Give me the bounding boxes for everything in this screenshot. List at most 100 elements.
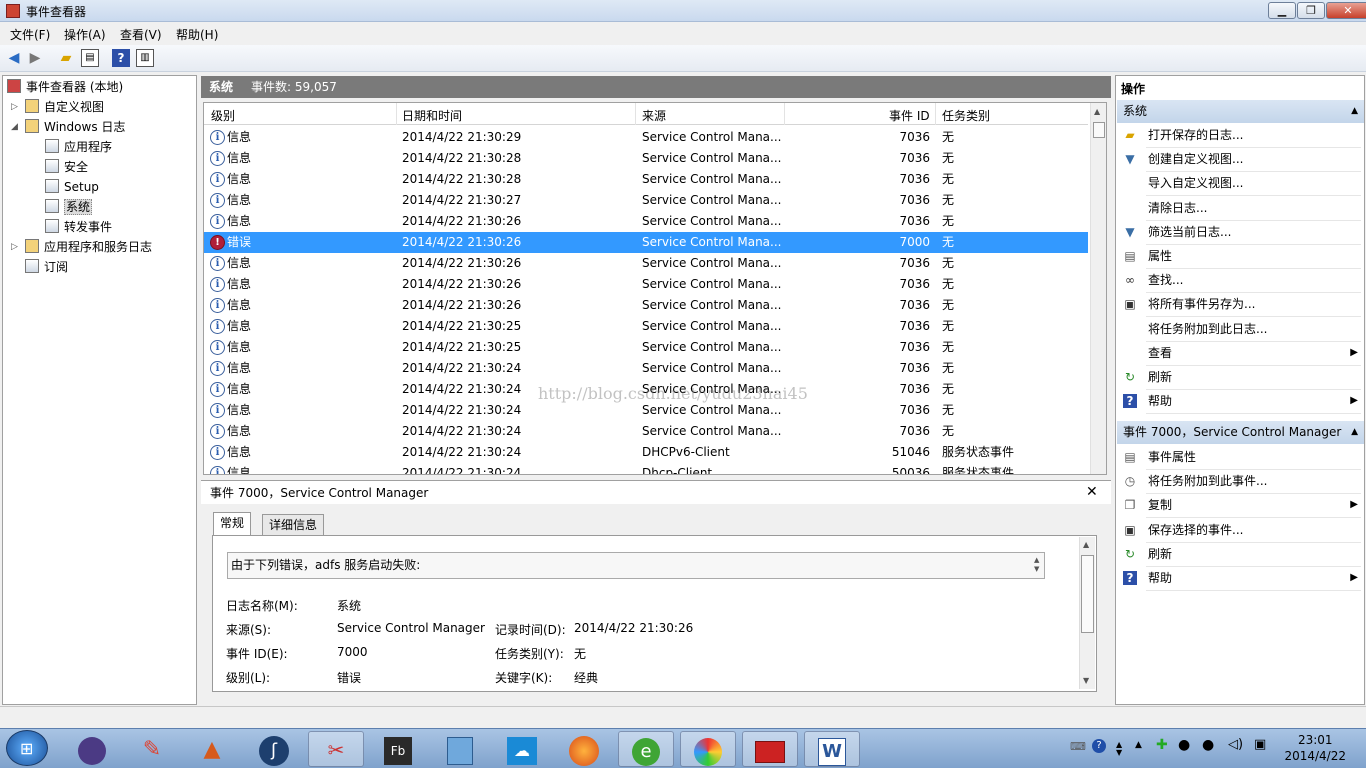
open-folder-icon[interactable]: ▰ xyxy=(57,49,75,67)
table-row[interactable]: i 信息 2014/4/22 21:30:27 Service Control Man… xyxy=(204,190,1088,211)
action-item[interactable]: ▣ 将所有事件另存为... xyxy=(1117,292,1364,316)
table-row[interactable]: i 信息 2014/4/22 21:30:26 Service Control Man… xyxy=(204,274,1088,295)
keyboard-icon[interactable]: ⌨ xyxy=(1070,740,1086,753)
firefox-icon[interactable] xyxy=(556,731,612,767)
event-message[interactable]: 由于下列错误，adfs 服务启动失败: xyxy=(227,552,1045,579)
table-row[interactable]: i 信息 2014/4/22 21:30:24 Service Control Man… xyxy=(204,358,1088,379)
action-item[interactable]: ↻ 刷新 xyxy=(1117,542,1364,566)
close-button[interactable]: ✕ xyxy=(1326,2,1366,19)
tree-log-system[interactable]: 系统 xyxy=(45,197,93,217)
actions-section-system[interactable]: 系统 ▲ xyxy=(1117,100,1364,123)
scroll-thumb[interactable] xyxy=(1093,122,1105,138)
actions-section-event[interactable]: 事件 7000，Service Control Manager ▲ xyxy=(1117,421,1364,444)
action-item[interactable]: ? 帮助 ▶ xyxy=(1117,389,1364,413)
flash-builder-icon[interactable]: Fb xyxy=(370,731,426,767)
detail-scrollbar[interactable]: ▲ ▼ xyxy=(1079,537,1095,689)
menu-file[interactable]: 文件(F) xyxy=(10,26,50,43)
table-row[interactable]: i 信息 2014/4/22 21:30:28 Service Control Man… xyxy=(204,169,1088,190)
detail-close-icon[interactable]: ✕ xyxy=(1086,484,1098,500)
table-row[interactable]: i 信息 2014/4/22 21:30:26 Service Control Man… xyxy=(204,211,1088,232)
table-row[interactable]: i 信息 2014/4/22 21:30:28 Service Control Man… xyxy=(204,148,1088,169)
forward-arrow-icon[interactable]: ▶ xyxy=(26,49,44,67)
app-installer-icon[interactable]: ✎ xyxy=(124,731,180,767)
table-row[interactable]: i 信息 2014/4/22 21:30:29 Service Control Man… xyxy=(204,127,1088,148)
collapse-icon[interactable]: ▲ xyxy=(1351,421,1358,444)
expand-arrow-icon[interactable]: ▷ xyxy=(11,242,18,252)
back-arrow-icon[interactable]: ◀ xyxy=(5,49,23,67)
action-item[interactable]: ▼ 筛选当前日志... xyxy=(1117,220,1364,244)
help-icon[interactable]: ? xyxy=(112,49,130,67)
show-hide-tree-icon[interactable]: ▤ xyxy=(81,49,99,67)
action-item[interactable]: 将任务附加到此日志... xyxy=(1117,317,1364,341)
action-item[interactable]: ▣ 保存选择的事件... xyxy=(1117,518,1364,542)
tree-app-service-logs[interactable]: 应用程序和服务日志 xyxy=(25,237,152,257)
action-item[interactable]: 导入自定义视图... xyxy=(1117,171,1364,195)
network-icon[interactable]: ▣ xyxy=(1254,737,1266,752)
tab-general[interactable]: 常规 xyxy=(213,512,252,536)
menu-action[interactable]: 操作(A) xyxy=(64,26,106,43)
table-row[interactable]: i 信息 2014/4/22 21:30:25 Service Control Man… xyxy=(204,337,1088,358)
column-event-id[interactable]: 事件 ID xyxy=(889,107,930,124)
tree-log-forwarded[interactable]: 转发事件 xyxy=(45,217,112,237)
volume-icon[interactable]: ◁) xyxy=(1228,737,1243,752)
table-row[interactable]: ! 错误 2014/4/22 21:30:26 Service Control Man… xyxy=(204,232,1088,253)
start-button[interactable]: ⊞ xyxy=(6,730,48,766)
minimize-button[interactable]: ▁ xyxy=(1268,2,1296,19)
word-icon[interactable]: W xyxy=(804,731,860,767)
show-hidden-icons[interactable]: ▲ xyxy=(1135,740,1142,750)
qq-icon[interactable]: ● xyxy=(1202,737,1214,753)
menu-view[interactable]: 查看(V) xyxy=(120,26,162,43)
table-row[interactable]: i 信息 2014/4/22 21:30:24 Service Control Man… xyxy=(204,421,1088,442)
tree-custom-views[interactable]: 自定义视图 xyxy=(25,97,104,117)
snipping-tool-icon[interactable]: ✂ xyxy=(308,731,364,767)
tree-windows-logs[interactable]: Windows 日志 xyxy=(25,117,125,137)
action-item[interactable]: ▤ 事件属性 xyxy=(1117,445,1364,469)
action-item[interactable]: ▰ 打开保存的日志... xyxy=(1117,123,1364,147)
cloud-app-icon[interactable]: ☁ xyxy=(494,731,550,767)
event-list-scrollbar[interactable]: ▲ xyxy=(1090,103,1106,474)
tab-details[interactable]: 详细信息 xyxy=(262,514,325,536)
show-hide-action-pane-icon[interactable]: ▥ xyxy=(136,49,154,67)
script-app-icon[interactable]: ʃ xyxy=(246,731,302,767)
qq-icon[interactable]: ● xyxy=(1178,737,1190,753)
table-row[interactable]: i 信息 2014/4/22 21:30:25 Service Control Man… xyxy=(204,316,1088,337)
table-row[interactable]: i 信息 2014/4/22 21:30:24 Dhcp-Client 50036 服务状… xyxy=(204,463,1088,474)
scroll-thumb[interactable] xyxy=(1081,555,1094,633)
action-item[interactable]: ∞ 查找... xyxy=(1117,268,1364,292)
action-item[interactable]: ▤ 属性 xyxy=(1117,244,1364,268)
action-item[interactable]: ▼ 创建自定义视图... xyxy=(1117,147,1364,171)
table-row[interactable]: i 信息 2014/4/22 21:30:24 Service Control Man… xyxy=(204,400,1088,421)
table-row[interactable]: i 信息 2014/4/22 21:30:24 DHCPv6-Client 51046 服… xyxy=(204,442,1088,463)
maximize-button[interactable]: ❐ xyxy=(1297,2,1325,19)
tree-log-setup[interactable]: Setup xyxy=(45,177,99,197)
action-item[interactable]: 清除日志... xyxy=(1117,196,1364,220)
toolbox-icon[interactable] xyxy=(742,731,798,767)
column-date-time[interactable]: 日期和时间 xyxy=(402,107,462,124)
tree-log-application[interactable]: 应用程序 xyxy=(45,137,112,157)
virtual-box-icon[interactable] xyxy=(432,731,488,767)
action-item[interactable]: ↻ 刷新 xyxy=(1117,365,1364,389)
action-item[interactable]: ◷ 将任务附加到此事件... xyxy=(1117,469,1364,493)
menu-help[interactable]: 帮助(H) xyxy=(176,26,218,43)
action-item[interactable]: ? 帮助 ▶ xyxy=(1117,566,1364,590)
matlab-icon[interactable]: ▲ xyxy=(184,731,240,767)
tray-scroll-icon[interactable]: ▲ ▼ xyxy=(1116,741,1122,757)
action-item[interactable]: 查看 ▶ xyxy=(1117,341,1364,365)
color-app-icon[interactable] xyxy=(680,731,736,767)
plus-tray-icon[interactable]: ✚ xyxy=(1156,737,1168,753)
collapse-icon[interactable]: ▲ xyxy=(1351,100,1358,123)
table-row[interactable]: i 信息 2014/4/22 21:30:26 Service Control Man… xyxy=(204,295,1088,316)
tree-subscriptions[interactable]: 订阅 xyxy=(25,257,68,277)
expand-arrow-icon[interactable]: ▷ xyxy=(11,102,18,112)
tree-root[interactable]: 事件查看器 (本地) xyxy=(7,77,123,97)
tree-log-security[interactable]: 安全 xyxy=(45,157,88,177)
message-scroll-icon[interactable]: ▲ ▼ xyxy=(1034,556,1039,574)
eclipse-icon[interactable] xyxy=(64,731,120,767)
column-source[interactable]: 来源 xyxy=(642,107,666,124)
collapse-arrow-icon[interactable]: ◢ xyxy=(11,122,18,132)
column-task-category[interactable]: 任务类别 xyxy=(942,107,990,124)
browser-icon[interactable]: e xyxy=(618,731,674,767)
table-row[interactable]: i 信息 2014/4/22 21:30:26 Service Control Man… xyxy=(204,253,1088,274)
help-tray-icon[interactable]: ? xyxy=(1092,739,1106,753)
column-level[interactable]: 级别 xyxy=(211,107,235,124)
